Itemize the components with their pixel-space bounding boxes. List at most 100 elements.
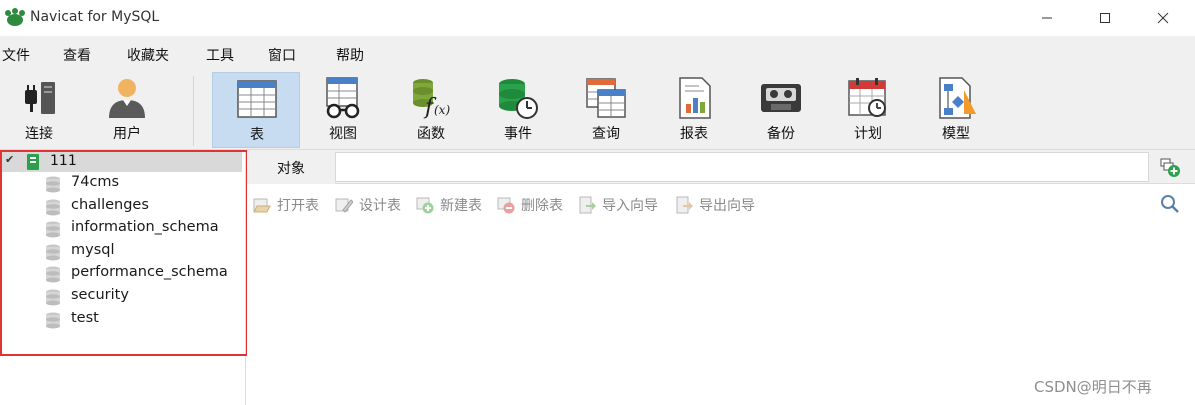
design-table-icon [335, 198, 353, 213]
toolbar-label: 表 [250, 127, 264, 143]
export-wizard-label: 导出向导 [699, 198, 755, 214]
tree-database-item[interactable]: mysql [44, 241, 240, 263]
table-action-bar: 打开表 设计表 新建表 删除表 导入向导 导出向导 [247, 184, 1195, 224]
report-icon [679, 77, 711, 119]
delete-table-label: 删除表 [521, 198, 563, 214]
close-button[interactable] [1140, 0, 1186, 36]
toolbar-label: 备份 [767, 126, 795, 142]
toolbar-separator [193, 76, 194, 146]
schedule-calendar-icon [848, 78, 886, 117]
toolbar-label: 模型 [942, 126, 970, 142]
svg-text:(x): (x) [434, 103, 450, 117]
minimize-icon [1042, 17, 1052, 19]
watermark-text: CSDN@明日不再 [1034, 378, 1152, 396]
add-tab-icon[interactable] [1159, 156, 1181, 178]
import-wizard-button[interactable]: 导入向导 [578, 195, 658, 215]
toolbar-report-button[interactable]: 报表 [650, 72, 738, 148]
tree-database-item[interactable]: test [44, 309, 240, 331]
database-name: test [71, 310, 99, 326]
toolbar-label: 计划 [854, 126, 882, 142]
toolbar-label: 函数 [417, 126, 445, 142]
database-icon [46, 244, 60, 261]
navicat-logo-icon [5, 8, 25, 26]
object-tab-bar: 对象 [247, 150, 1195, 184]
connection-tree: ✔ 111 74cms challenges information_schem… [0, 150, 246, 405]
expand-chevron-icon[interactable]: ✔ [5, 153, 14, 166]
tree-database-item[interactable]: information_schema [44, 218, 240, 240]
minimize-button[interactable] [1024, 0, 1070, 36]
open-table-label: 打开表 [277, 198, 319, 214]
title-bar: Navicat for MySQL [0, 0, 1195, 36]
function-fx-icon: f (x) [413, 79, 450, 120]
toolbar-label: 事件 [504, 126, 532, 142]
main-toolbar: 连接 用户 表 视图 f (x) 函数 事件 查询 报表 备份 计划 模型 [0, 72, 1195, 150]
toolbar-event-button[interactable]: 事件 [474, 72, 562, 148]
database-icon [46, 266, 60, 283]
window-title: Navicat for MySQL [30, 9, 160, 25]
tree-connection-111[interactable]: ✔ 111 [2, 152, 242, 172]
model-diagram-icon [939, 77, 976, 119]
toolbar-query-button[interactable]: 查询 [562, 72, 650, 148]
toolbar-user-button[interactable]: 用户 [83, 72, 171, 148]
menu-view[interactable]: 查看 [63, 45, 91, 65]
new-table-icon [416, 197, 434, 214]
backup-tape-icon [761, 84, 801, 112]
toolbar-label: 用户 [113, 126, 141, 142]
database-icon [46, 289, 60, 306]
open-table-button[interactable]: 打开表 [253, 195, 319, 215]
new-table-button[interactable]: 新建表 [416, 195, 482, 215]
delete-table-icon [497, 197, 515, 214]
menu-help[interactable]: 帮助 [336, 45, 364, 65]
event-clock-icon [499, 79, 538, 119]
database-icon [46, 199, 60, 216]
connection-name: 111 [50, 153, 77, 169]
search-icon[interactable] [1159, 193, 1181, 215]
toolbar-schedule-button[interactable]: 计划 [824, 72, 912, 148]
toolbar-model-button[interactable]: 模型 [912, 72, 1000, 148]
import-wizard-icon [579, 196, 596, 214]
tree-database-item[interactable]: performance_schema [44, 263, 240, 285]
tree-database-item[interactable]: 74cms [44, 173, 240, 195]
tab-objects[interactable]: 对象 [247, 151, 335, 184]
toolbar-connection-button[interactable]: 连接 [0, 72, 83, 148]
database-icon [46, 221, 60, 238]
new-table-label: 新建表 [440, 198, 482, 214]
menu-bar: 文件 查看 收藏夹 工具 窗口 帮助 [0, 36, 1195, 72]
design-table-button[interactable]: 设计表 [335, 195, 401, 215]
toolbar-function-button[interactable]: f (x) 函数 [387, 72, 475, 148]
database-name: challenges [71, 197, 149, 213]
connection-server-icon [27, 154, 39, 170]
tree-database-item[interactable]: challenges [44, 196, 240, 218]
maximize-button[interactable] [1082, 0, 1128, 36]
view-glasses-icon [326, 77, 360, 119]
database-name: information_schema [71, 219, 219, 235]
object-tab-strip [335, 152, 1149, 182]
menu-file[interactable]: 文件 [2, 45, 30, 65]
toolbar-label: 查询 [592, 126, 620, 142]
export-wizard-button[interactable]: 导出向导 [675, 195, 755, 215]
menu-favorites[interactable]: 收藏夹 [127, 45, 169, 65]
toolbar-label: 视图 [329, 126, 357, 142]
toolbar-label: 连接 [25, 126, 53, 142]
menu-tools[interactable]: 工具 [206, 45, 234, 65]
menu-window[interactable]: 窗口 [268, 45, 296, 65]
table-icon [237, 80, 277, 118]
query-icon [586, 78, 626, 118]
export-wizard-icon [676, 196, 693, 214]
database-name: performance_schema [71, 264, 228, 280]
delete-table-button[interactable]: 删除表 [497, 195, 563, 215]
design-table-label: 设计表 [359, 198, 401, 214]
toolbar-table-button[interactable]: 表 [212, 72, 300, 148]
maximize-icon [1100, 13, 1110, 23]
database-icon [46, 312, 60, 329]
toolbar-label: 报表 [680, 126, 708, 142]
database-name: 74cms [71, 174, 120, 190]
toolbar-backup-button[interactable]: 备份 [737, 72, 825, 148]
open-table-icon [253, 198, 271, 213]
user-icon [109, 79, 145, 118]
toolbar-view-button[interactable]: 视图 [299, 72, 387, 148]
database-name: mysql [71, 242, 115, 258]
close-icon [1157, 12, 1169, 24]
tree-database-item[interactable]: security [44, 286, 240, 308]
connection-plug-icon [25, 82, 55, 114]
